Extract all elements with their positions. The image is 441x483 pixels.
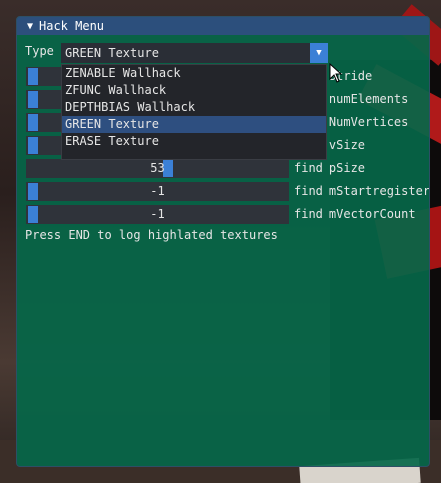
slider-name-vsize: vSize — [328, 138, 366, 152]
window-title: Hack Menu — [39, 19, 105, 33]
dropdown-item[interactable]: ZENABLE Wallhack — [62, 65, 326, 82]
dropdown-item[interactable]: ERASE Texture — [62, 133, 326, 150]
dropdown-item[interactable]: ZFUNC Wallhack — [62, 82, 326, 99]
slider-name-psize: pSize — [328, 161, 366, 175]
slider-row-mstartregister: -1 find mStartregister — [26, 182, 429, 202]
hint-text: Press END to log highlated textures — [25, 228, 278, 242]
type-label: Type — [25, 44, 54, 58]
mouse-cursor-icon — [329, 63, 343, 83]
slider-name-numelements: numElements — [328, 92, 409, 106]
slider-value: -1 — [150, 207, 165, 221]
collapse-arrow-icon[interactable]: ▼ — [23, 21, 37, 32]
slider-name-numvertices: NumVertices — [328, 115, 409, 129]
slider-row-psize: 53 find pSize — [26, 159, 426, 179]
slider-name-mvectorcount: mVectorCount — [328, 207, 416, 221]
type-dropdown-list: ZENABLE Wallhack ZFUNC Wallhack DEPTHBIA… — [61, 64, 327, 160]
slider-value: -1 — [150, 184, 165, 198]
window-titlebar[interactable]: ▼ Hack Menu — [17, 17, 429, 35]
type-combo-value: GREEN Texture — [65, 46, 159, 60]
find-label: find — [294, 184, 323, 198]
mstartregister-slider[interactable]: -1 — [26, 182, 289, 201]
hack-menu-window: ▼ Hack Menu Type GREEN Texture ▼ findStr… — [16, 16, 430, 467]
psize-slider[interactable]: 53 — [26, 159, 289, 178]
type-combo[interactable]: GREEN Texture ▼ — [61, 43, 328, 63]
dropdown-item[interactable]: DEPTHBIAS Wallhack — [62, 99, 326, 116]
slider-row-mvectorcount: -1 find mVectorCount — [26, 205, 426, 225]
slider-name-mstartregister: mStartregister — [328, 184, 430, 198]
find-label: find — [294, 207, 323, 221]
mvectorcount-slider[interactable]: -1 — [26, 205, 289, 224]
find-label: find — [294, 161, 323, 175]
slider-value: 53 — [150, 161, 165, 175]
dropdown-item-selected[interactable]: GREEN Texture — [62, 116, 326, 133]
combo-arrow-icon[interactable]: ▼ — [310, 43, 328, 63]
